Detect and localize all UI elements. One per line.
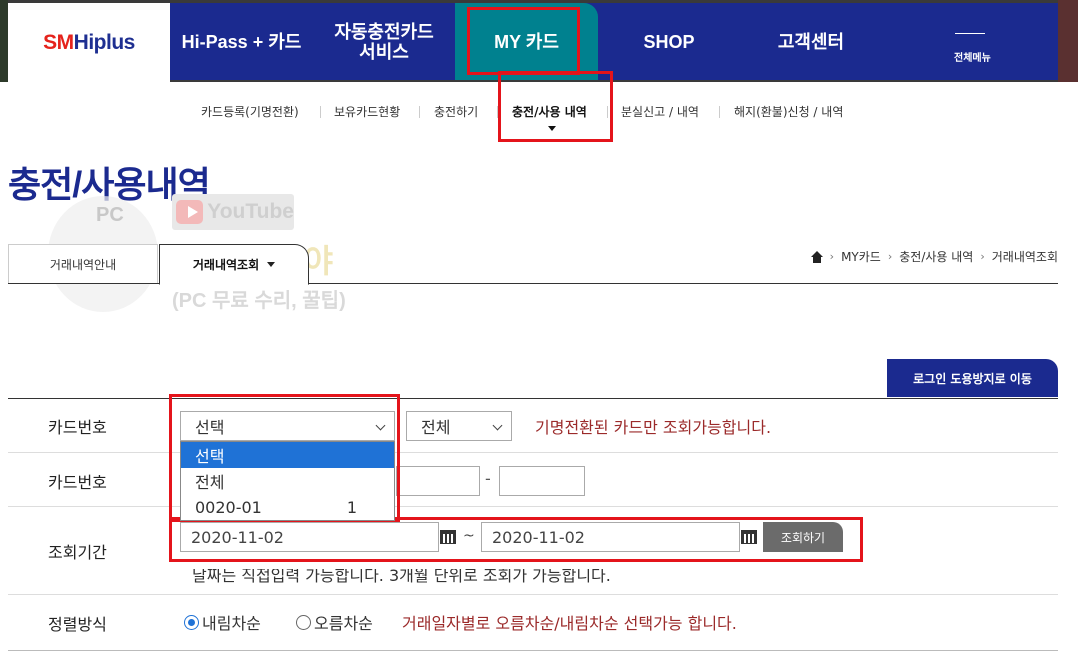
card-number-label-2: 카드번호 (48, 473, 107, 492)
nav-customer-center[interactable]: 고객센터 (740, 3, 882, 80)
home-icon[interactable] (810, 250, 823, 263)
hamburger-icon (955, 33, 985, 43)
chevron-down-icon (267, 262, 276, 267)
dropdown-option-select[interactable]: 선택 (181, 442, 394, 468)
nav-hipass-card[interactable]: Hi-Pass + 카드 (170, 3, 313, 80)
subnav-divider (607, 106, 608, 118)
form-row-divider (8, 506, 1058, 507)
sort-desc-radio[interactable] (184, 615, 199, 630)
subnav-charge[interactable]: 충전하기 (434, 103, 478, 120)
card-select-dropdown: 선택 전체 0020-01 1 (180, 441, 395, 521)
period-hint: 날짜는 직접입력 가능합니다. 3개월 단위로 조회가 가능합니다. (192, 566, 611, 585)
nav-shop[interactable]: SHOP (598, 3, 740, 80)
watermark-sub: (PC 무료 수리, 꿀팁) (172, 290, 346, 312)
subnav-divider (719, 106, 720, 118)
watermark-youtube: YouTube (172, 194, 294, 230)
nav-auto-charge-card[interactable]: 자동충전카드 서비스 (313, 3, 455, 80)
card-type-select[interactable]: 전체 (406, 411, 512, 441)
sort-label: 정렬방식 (48, 615, 107, 634)
breadcrumb: › MY카드 › 충전/사용 내역 › 거래내역조회 (810, 248, 1058, 265)
all-menu-button[interactable]: 전체메뉴 (954, 3, 991, 80)
subnav-card-register[interactable]: 카드등록(기명전환) (201, 103, 299, 120)
login-protection-button[interactable]: 로그인 도용방지로 이동 (887, 359, 1058, 397)
subnav-charge-usage-history[interactable]: 충전/사용 내역 (512, 103, 587, 120)
breadcrumb-transaction-inquiry: 거래내역조회 (991, 250, 1058, 264)
tab-transaction-guide[interactable]: 거래내역안내 (8, 244, 158, 284)
card-note: 기명전환된 카드만 조회가능합니다. (535, 418, 772, 437)
card-number-input-2[interactable] (396, 466, 480, 496)
subnav-loss-report[interactable]: 분실신고 / 내역 (621, 103, 699, 120)
watermark-pc: PC (96, 204, 124, 226)
header-background-right (1058, 0, 1078, 82)
sort-asc-radio[interactable] (296, 615, 311, 630)
subnav-divider (497, 106, 498, 118)
card-number-dash: - (485, 469, 491, 488)
subnav-divider (320, 106, 321, 118)
breadcrumb-my-card[interactable]: MY카드 (841, 248, 881, 265)
main-nav: Hi-Pass + 카드 자동충전카드 서비스 MY 카드 SHOP 고객센터 전… (170, 3, 1058, 80)
chevron-down-icon (375, 420, 386, 431)
form-row-divider (8, 452, 1058, 453)
tab-transaction-inquiry[interactable]: 거래내역조회 (159, 244, 309, 285)
calendar-icon[interactable] (741, 528, 757, 544)
header-background-left (0, 0, 8, 82)
date-to-input[interactable]: 2020-11-02 (481, 522, 740, 552)
date-from-input[interactable]: 2020-11-02 (180, 522, 439, 552)
subnav-cancel-refund[interactable]: 해지(환불)신청 / 내역 (734, 103, 843, 120)
subnav-owned-cards[interactable]: 보유카드현황 (334, 103, 400, 120)
chevron-down-icon (492, 420, 503, 431)
card-number-label: 카드번호 (48, 418, 107, 437)
sort-desc-label[interactable]: 내림차순 (202, 610, 261, 634)
logo-link[interactable]: SMHiplus (8, 3, 170, 82)
sort-asc-label[interactable]: 오름차순 (314, 610, 373, 634)
breadcrumb-charge-usage[interactable]: 충전/사용 내역 (899, 248, 973, 265)
youtube-play-icon (176, 200, 204, 224)
sort-note: 거래일자별로 오름차순/내림차순 선택가능 합니다. (402, 614, 737, 633)
period-label: 조회기간 (48, 543, 107, 562)
search-button[interactable]: 조회하기 (763, 522, 843, 552)
subnav-divider (419, 106, 420, 118)
calendar-icon[interactable] (440, 528, 456, 544)
card-number-input-3[interactable] (499, 466, 585, 496)
chevron-right-icon: › (887, 250, 893, 263)
chevron-right-icon: › (829, 250, 835, 263)
sub-nav: 카드등록(기명전환) 보유카드현황 충전하기 충전/사용 내역 분실신고 / 내… (0, 100, 1078, 124)
smhiplus-logo: SMHiplus (43, 30, 135, 54)
top-header: SMHiplus Hi-Pass + 카드 자동충전카드 서비스 MY 카드 SH… (0, 0, 1078, 82)
card-select[interactable]: 선택 (180, 411, 395, 441)
active-caret-icon (548, 126, 556, 131)
dropdown-option-card[interactable]: 0020-01 1 (181, 494, 394, 520)
chevron-right-icon: › (980, 250, 985, 263)
date-range-tilde: ~ (463, 528, 475, 544)
form-top-border (8, 398, 1058, 399)
nav-my-card[interactable]: MY 카드 (455, 3, 598, 80)
all-menu-label: 전체메뉴 (954, 53, 991, 64)
form-bottom-border (8, 650, 1058, 651)
dropdown-option-all[interactable]: 전체 (181, 468, 394, 494)
form-row-divider (8, 594, 1058, 595)
